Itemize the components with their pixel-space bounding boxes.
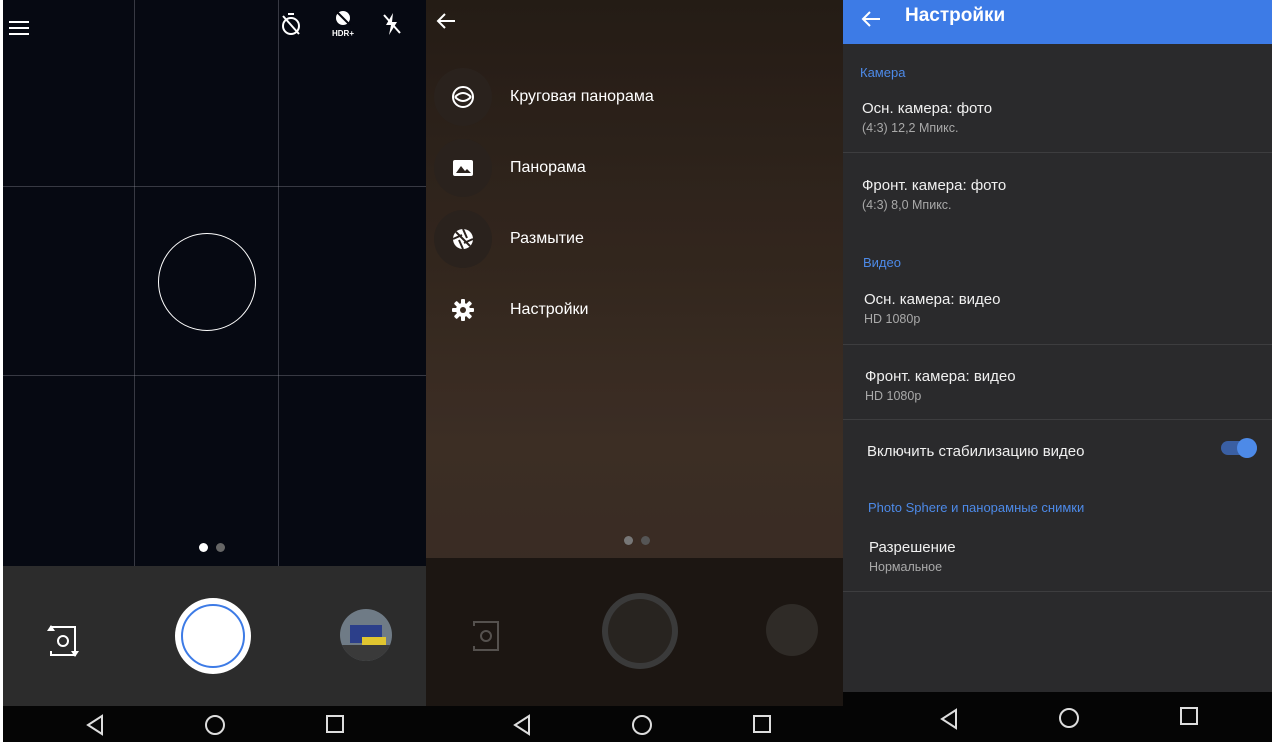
divider	[843, 344, 1272, 345]
page-dot	[199, 543, 208, 552]
menu-item-label: Круговая панорама	[510, 88, 654, 105]
menu-item-label: Панорама	[510, 159, 586, 176]
hdr-label: HDR+	[331, 29, 354, 38]
back-arrow-icon[interactable]	[436, 12, 456, 36]
setting-front-video[interactable]: Фронт. камера: видео HD 1080p	[865, 368, 1272, 403]
setting-value: HD 1080p	[865, 389, 922, 403]
setting-stabilization[interactable]: Включить стабилизацию видео	[867, 443, 1167, 460]
camera-screen: HDR+	[3, 0, 426, 742]
stabilization-toggle[interactable]	[1221, 436, 1257, 460]
menu-item-label: Размытие	[510, 230, 584, 247]
shutter-ring	[181, 604, 245, 668]
divider	[843, 591, 1272, 592]
shutter-button	[602, 593, 678, 669]
camera-controls-dimmed	[426, 558, 854, 706]
hdr-plus-icon[interactable]: HDR+	[329, 10, 357, 38]
setting-value: (4:3) 8,0 Мпикс.	[862, 198, 952, 212]
setting-rear-photo[interactable]: Осн. камера: фото (4:3) 12,2 Мпикс.	[862, 100, 1272, 135]
menu-icon[interactable]	[9, 20, 29, 40]
menu-item-label: Настройки	[510, 301, 589, 318]
setting-title: Осн. камера: фото	[862, 100, 993, 117]
settings-screen: Настройки Камера Осн. камера: фото (4:3)…	[843, 0, 1272, 742]
section-header-photosphere: Photo Sphere и панорамные снимки	[868, 500, 1085, 515]
setting-front-photo[interactable]: Фронт. камера: фото (4:3) 8,0 Мпикс.	[862, 177, 1272, 212]
gear-icon	[434, 281, 492, 339]
toggle-knob	[1237, 438, 1257, 458]
page-indicator	[199, 543, 225, 552]
back-nav-icon[interactable]	[85, 714, 105, 740]
viewfinder[interactable]: HDR+	[3, 0, 426, 566]
grid-line	[3, 186, 426, 187]
page-title: Настройки	[905, 5, 1006, 26]
app-bar: Настройки	[843, 0, 1272, 44]
recents-nav-icon[interactable]	[1179, 706, 1199, 730]
system-nav-bar	[426, 706, 854, 742]
photosphere-icon	[434, 68, 492, 126]
setting-value: (4:3) 12,2 Мпикс.	[862, 121, 959, 135]
menu-item-photosphere[interactable]: Круговая панорама	[434, 68, 654, 126]
divider	[843, 152, 1272, 153]
setting-title: Фронт. камера: видео	[865, 368, 1016, 385]
lens-blur-icon	[434, 210, 492, 268]
back-nav-icon[interactable]	[512, 714, 532, 740]
setting-rear-video[interactable]: Осн. камера: видео HD 1080p	[864, 291, 1272, 326]
back-arrow-icon[interactable]	[861, 4, 881, 34]
menu-item-settings[interactable]: Настройки	[434, 281, 588, 339]
setting-title: Включить стабилизацию видео	[867, 443, 1085, 460]
focus-circle	[158, 233, 256, 331]
switch-camera-icon	[468, 616, 504, 661]
back-nav-icon[interactable]	[939, 708, 959, 734]
grid-line	[278, 0, 279, 566]
setting-title: Осн. камера: видео	[864, 291, 1001, 308]
flash-off-icon[interactable]	[382, 12, 402, 40]
home-nav-icon[interactable]	[631, 714, 653, 740]
recents-nav-icon[interactable]	[325, 714, 345, 738]
gallery-thumbnail	[766, 604, 818, 656]
mode-menu-screen: Круговая панорама Панорама Размытие Наст…	[426, 0, 854, 742]
setting-title: Разрешение	[869, 539, 956, 556]
gallery-thumbnail[interactable]	[340, 609, 392, 661]
shutter-ring	[608, 599, 672, 663]
page-dot	[216, 543, 225, 552]
menu-item-panorama[interactable]: Панорама	[434, 139, 586, 197]
grid-line	[134, 0, 135, 566]
setting-value: Нормальное	[869, 560, 943, 574]
grid-line	[3, 375, 426, 376]
shutter-button[interactable]	[175, 598, 251, 674]
timer-off-icon[interactable]	[280, 12, 302, 40]
switch-camera-icon[interactable]	[45, 621, 81, 666]
page-dot	[641, 536, 650, 545]
recents-nav-icon[interactable]	[752, 714, 772, 738]
section-header-camera: Камера	[860, 65, 906, 80]
camera-controls	[3, 566, 426, 706]
page-dot	[624, 536, 633, 545]
menu-item-lens-blur[interactable]: Размытие	[434, 210, 584, 268]
section-header-video: Видео	[863, 255, 901, 270]
page-indicator	[624, 536, 650, 545]
system-nav-bar	[3, 706, 426, 742]
home-nav-icon[interactable]	[204, 714, 226, 740]
setting-resolution[interactable]: Разрешение Нормальное	[869, 539, 1272, 574]
panorama-icon	[434, 139, 492, 197]
system-nav-bar	[843, 692, 1272, 742]
home-nav-icon[interactable]	[1058, 707, 1080, 733]
setting-value: HD 1080p	[864, 312, 921, 326]
divider	[843, 419, 1272, 420]
setting-title: Фронт. камера: фото	[862, 177, 1007, 194]
